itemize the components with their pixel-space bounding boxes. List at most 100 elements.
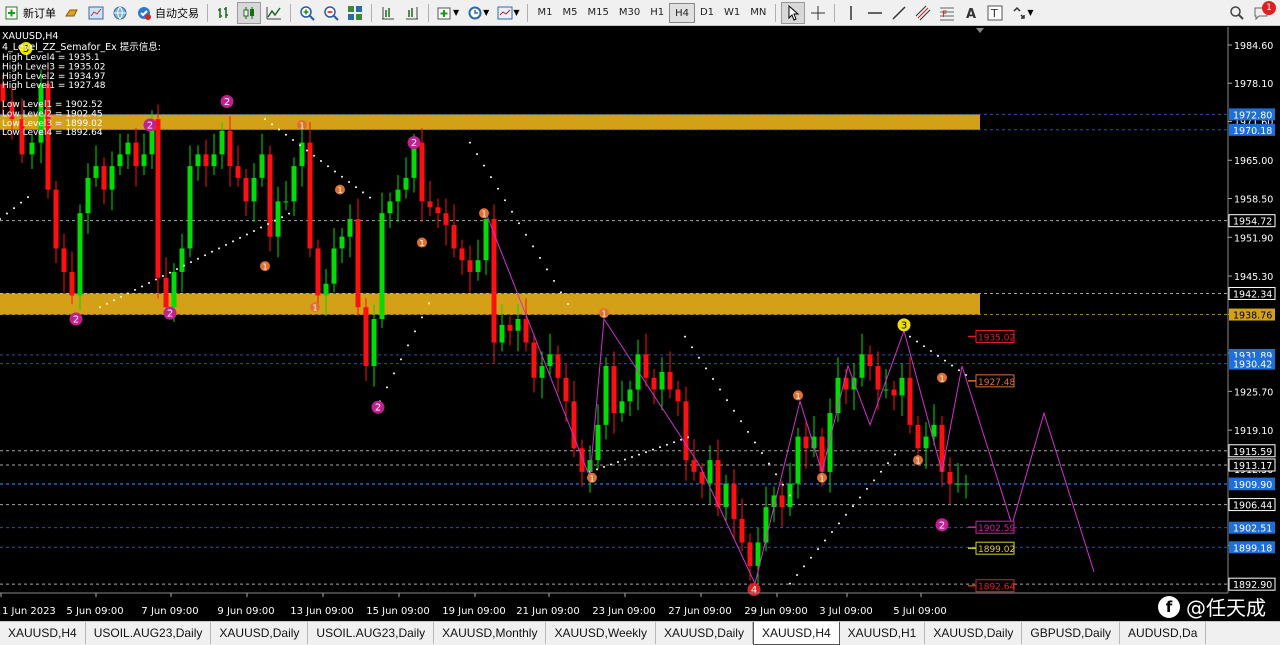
history-button[interactable] [61,2,83,24]
timeframe-m1[interactable]: M1 [532,3,557,23]
chart-shift-marker[interactable] [976,28,984,33]
crosshair-button[interactable] [807,2,829,24]
timeframe-w1[interactable]: W1 [719,3,745,23]
chart-tab[interactable]: GBPUSD,Daily [1022,622,1121,644]
chart-shift-button[interactable] [377,2,399,24]
candle-body [141,154,147,167]
chart-tab[interactable]: USOIL.AUG23,Daily [308,622,435,644]
gold-bar-icon [65,9,78,16]
chart-tab[interactable]: AUDUSD,Da [1120,622,1207,644]
bar-chart-button[interactable] [213,2,235,24]
zoom-out-button[interactable] [320,2,342,24]
sar-dot [386,386,388,389]
chart-tab[interactable]: XAUUSD,H4 [752,622,840,645]
price-axis-label: 1919.10 [1234,426,1273,437]
fibonacci-button[interactable]: F [936,2,958,24]
chart-tab[interactable]: XAUUSD,Weekly [546,622,656,644]
auto-trade-icon [138,6,151,20]
sar-dot [306,149,308,152]
semafor-marker-label: 2 [73,314,79,325]
svg-text:F: F [942,10,947,20]
timeframe-m15[interactable]: M15 [582,3,613,23]
line-chart-button[interactable] [263,2,285,24]
chart-tab[interactable]: XAUUSD,H1 [840,622,926,644]
market-watch-button[interactable] [85,2,107,24]
new-order-button[interactable]: 新订单 [1,2,59,24]
auto-scroll-button[interactable] [401,2,423,24]
vertical-line-button[interactable] [840,2,862,24]
timeframe-h1[interactable]: H1 [645,3,669,23]
sar-dot [944,359,946,362]
candle-body [947,471,953,484]
horizontal-line-icon [868,11,883,14]
search-button[interactable] [1226,2,1248,24]
sar-dot [958,369,960,372]
chart-tab[interactable]: XAUUSD,Daily [656,622,753,644]
candle-body [723,483,729,508]
sar-dot [698,356,700,359]
periods-button[interactable]: ▼ [464,2,492,24]
cursor-button[interactable] [781,1,806,24]
trendline-button[interactable] [888,2,910,24]
chart-tab[interactable]: USOIL.AUG23,Daily [86,622,212,644]
price-tag-text: 1892.90 [1233,580,1272,591]
chart-window-icon [88,6,104,19]
sar-dot [490,176,492,179]
candle-body [339,236,345,249]
search-icon [1230,5,1244,20]
text-label-button[interactable]: T [984,2,1006,24]
timeframe-mn[interactable]: MN [745,3,771,23]
sar-dot [873,479,875,482]
sar-dot [292,139,294,142]
text-label-icon: T [987,5,1003,20]
dropdown-arrow-icon: ▼ [483,8,490,17]
time-axis-label: 7 Jun 09:00 [141,606,198,617]
sar-dot [838,522,840,525]
chart-tab[interactable]: XAUUSD,H4 [0,622,86,644]
sar-dot [271,123,273,126]
timeframe-m5[interactable]: M5 [557,3,582,23]
horizontal-line-button[interactable] [864,2,886,24]
candle-body [907,377,913,425]
candlestick-button[interactable] [237,1,261,24]
candle-body [595,424,601,461]
chart-tab[interactable]: XAUUSD,Daily [925,622,1023,644]
time-axis-label: 19 Jun 09:00 [442,606,506,617]
candle-body [515,318,521,331]
price-chart[interactable]: 32222111122111131121141935.021927.481902… [0,27,1280,621]
candle-body [395,189,401,202]
time-axis-label: 13 Jun 09:00 [290,606,354,617]
channel-button[interactable] [912,2,934,24]
notification-badge: 1 [1262,0,1276,15]
zoom-in-button[interactable] [296,2,318,24]
timeframe-d1[interactable]: D1 [695,3,719,23]
sar-dot [148,281,150,284]
candle-body [53,189,59,249]
candle-body [259,154,265,178]
time-axis-label: 15 Jun 09:00 [366,606,430,617]
notifications-button[interactable]: 1 [1250,0,1276,24]
sar-dot [355,186,357,189]
sar-dot [740,420,742,423]
tile-windows-button[interactable] [344,2,366,24]
candle-body [795,436,801,484]
templates-button[interactable]: ▼ [494,2,522,24]
candle-body [211,154,217,167]
arrows-button[interactable]: ▼ [1008,2,1036,24]
sar-dot [511,210,513,213]
sar-dot [504,199,506,202]
timeframe-h4[interactable]: H4 [669,2,695,23]
chart-tab[interactable]: XAUUSD,Daily [211,622,309,644]
chart-tab[interactable]: XAUUSD,Monthly [434,622,547,644]
sar-dot [407,344,409,347]
auto-trade-button[interactable]: 自动交易 [133,2,202,24]
timeframe-m30[interactable]: M30 [614,3,645,23]
globe-button[interactable] [109,2,131,24]
indicators-button[interactable]: ▼ [434,2,462,24]
candle-body [363,307,369,367]
sar-dot [334,170,336,173]
text-button[interactable]: A [960,2,982,24]
candle-body [235,166,241,178]
price-axis-label: 1925.70 [1234,387,1273,398]
sar-dot [687,436,689,439]
